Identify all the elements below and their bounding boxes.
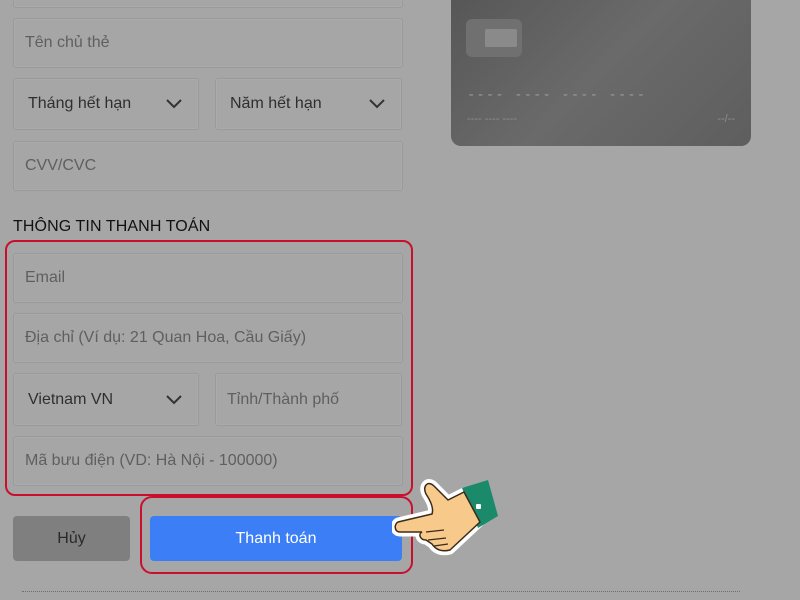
chevron-down-icon bbox=[166, 394, 182, 404]
expiry-year-value: Năm hết hạn bbox=[230, 95, 322, 112]
address-placeholder: Địa chỉ (Ví dụ: 21 Quan Hoa, Cầu Giấy) bbox=[25, 329, 307, 346]
city-input[interactable]: Tỉnh/Thành phố bbox=[215, 373, 402, 426]
cvv-placeholder: CVV/CVC bbox=[25, 157, 97, 174]
country-select[interactable]: Vietnam VN bbox=[13, 373, 199, 426]
card-chip-icon bbox=[466, 19, 522, 57]
country-value: Vietnam VN bbox=[28, 390, 114, 408]
chevron-down-icon bbox=[166, 99, 182, 109]
billing-section-title: THÔNG TIN THANH TOÁN bbox=[13, 218, 211, 235]
expiry-year-select[interactable]: Năm hết hạn bbox=[215, 78, 402, 130]
card-number-preview: ---- ---- ---- ---- bbox=[467, 87, 647, 103]
card-holder-preview: ---- ---- ---- bbox=[467, 113, 518, 125]
email-placeholder: Email bbox=[25, 269, 66, 286]
cancel-button[interactable]: Hủy bbox=[13, 516, 130, 561]
postal-code-placeholder: Mã bưu điện (VD: Hà Nội - 100000) bbox=[25, 452, 278, 469]
address-input[interactable]: Địa chỉ (Ví dụ: 21 Quan Hoa, Cầu Giấy) bbox=[13, 313, 403, 363]
postal-code-input[interactable]: Mã bưu điện (VD: Hà Nội - 100000) bbox=[13, 436, 403, 486]
email-input[interactable]: Email bbox=[13, 253, 403, 303]
chevron-down-icon bbox=[369, 99, 385, 109]
card-expiry-preview: --/-- bbox=[717, 113, 735, 125]
pointing-hand-icon bbox=[392, 479, 498, 556]
city-placeholder: Tỉnh/Thành phố bbox=[227, 390, 340, 408]
card-holder-input[interactable]: Tên chủ thẻ bbox=[13, 18, 403, 68]
expiry-month-select[interactable]: Tháng hết hạn bbox=[13, 78, 199, 130]
footer-divider bbox=[22, 591, 740, 592]
expiry-month-value: Tháng hết hạn bbox=[28, 95, 132, 112]
card-preview: ---- ---- ---- ---- ---- ---- ---- --/-- bbox=[451, 0, 751, 146]
pay-button[interactable]: Thanh toán bbox=[150, 516, 402, 561]
card-number-input[interactable] bbox=[13, 0, 403, 8]
card-holder-placeholder: Tên chủ thẻ bbox=[25, 34, 110, 51]
cvv-input[interactable]: CVV/CVC bbox=[13, 141, 403, 191]
